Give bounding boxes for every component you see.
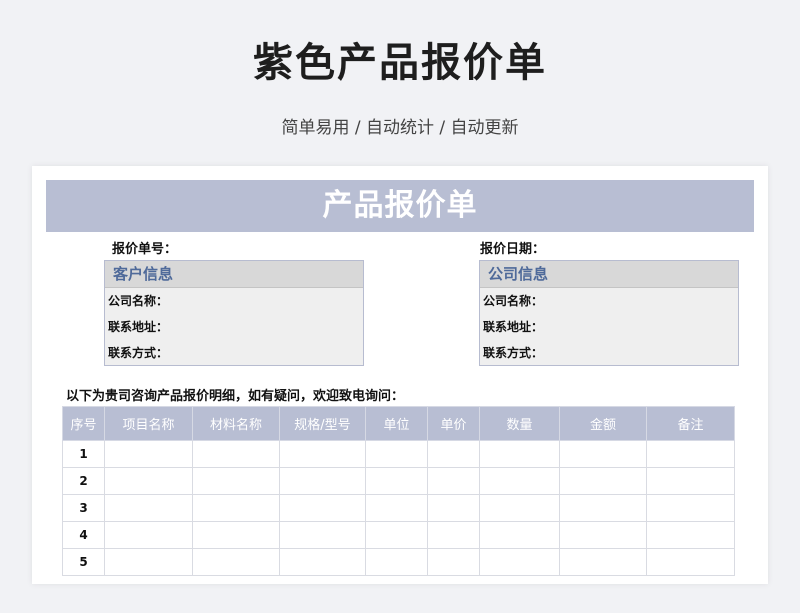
table-cell[interactable]: [279, 548, 366, 576]
table-cell[interactable]: [646, 467, 735, 495]
row-index: 4: [62, 521, 105, 549]
company-info-heading: 公司信息: [480, 261, 738, 288]
table-cell[interactable]: [192, 521, 280, 549]
table-cell[interactable]: [479, 440, 560, 468]
row-index: 1: [62, 440, 105, 468]
row-index: 3: [62, 494, 105, 522]
customer-company-name-field[interactable]: 公司名称：: [105, 288, 363, 314]
company-name-field[interactable]: 公司名称：: [480, 288, 738, 314]
table-cell[interactable]: [559, 440, 647, 468]
table-cell[interactable]: [559, 521, 647, 549]
table-row: 2: [62, 467, 735, 495]
table-cell[interactable]: [559, 467, 647, 495]
table-cell[interactable]: [104, 521, 193, 549]
table-cell[interactable]: [365, 467, 428, 495]
header-quantity: 数量: [479, 406, 560, 441]
sheet-banner: 产品报价单: [46, 180, 754, 232]
header-unit-price: 单价: [427, 406, 480, 441]
table-cell[interactable]: [279, 494, 366, 522]
table-cell[interactable]: [192, 494, 280, 522]
row-index: 5: [62, 548, 105, 576]
table-cell[interactable]: [646, 494, 735, 522]
table-cell[interactable]: [559, 494, 647, 522]
company-contact-field[interactable]: 联系方式：: [480, 340, 738, 366]
table-cell[interactable]: [646, 440, 735, 468]
table-cell[interactable]: [559, 548, 647, 576]
customer-address-field[interactable]: 联系地址：: [105, 314, 363, 340]
table-cell[interactable]: [479, 494, 560, 522]
quote-table: 序号 项目名称 材料名称 规格/型号 单位 单价 数量 金额 备注 1 2 3: [62, 406, 735, 576]
header-amount: 金额: [559, 406, 647, 441]
table-header-row: 序号 项目名称 材料名称 规格/型号 单位 单价 数量 金额 备注: [62, 406, 735, 441]
quote-sheet: 产品报价单 报价单号： 报价日期： 客户信息 公司名称： 联系地址： 联系方式：…: [32, 166, 768, 584]
table-intro-note: 以下为贵司咨询产品报价明细，如有疑问，欢迎致电询问：: [66, 389, 405, 404]
table-cell[interactable]: [646, 521, 735, 549]
table-row: 3: [62, 494, 735, 522]
header-material-name: 材料名称: [192, 406, 280, 441]
table-cell[interactable]: [192, 548, 280, 576]
quote-date-label: 报价日期：: [480, 242, 546, 257]
header-unit: 单位: [365, 406, 428, 441]
row-index: 2: [62, 467, 105, 495]
table-cell[interactable]: [104, 494, 193, 522]
header-remarks: 备注: [646, 406, 735, 441]
table-cell[interactable]: [427, 548, 480, 576]
company-info-box: 公司信息 公司名称： 联系地址： 联系方式：: [479, 260, 739, 366]
table-cell[interactable]: [479, 548, 560, 576]
page-title: 紫色产品报价单: [253, 40, 547, 86]
table-cell[interactable]: [427, 521, 480, 549]
table-cell[interactable]: [279, 521, 366, 549]
header-index: 序号: [62, 406, 105, 441]
table-cell[interactable]: [365, 521, 428, 549]
table-cell[interactable]: [365, 548, 428, 576]
table-cell[interactable]: [365, 494, 428, 522]
table-cell[interactable]: [479, 521, 560, 549]
table-cell[interactable]: [646, 548, 735, 576]
table-row: 5: [62, 548, 735, 576]
table-cell[interactable]: [104, 548, 193, 576]
table-cell[interactable]: [427, 494, 480, 522]
customer-info-box: 客户信息 公司名称： 联系地址： 联系方式：: [104, 260, 364, 366]
quote-number-label: 报价单号：: [112, 242, 178, 257]
company-address-field[interactable]: 联系地址：: [480, 314, 738, 340]
table-cell[interactable]: [279, 440, 366, 468]
header-spec-model: 规格/型号: [279, 406, 366, 441]
table-row: 4: [62, 521, 735, 549]
header-item-name: 项目名称: [104, 406, 193, 441]
customer-info-heading: 客户信息: [105, 261, 363, 288]
table-cell[interactable]: [104, 467, 193, 495]
table-cell[interactable]: [104, 440, 193, 468]
customer-contact-field[interactable]: 联系方式：: [105, 340, 363, 366]
table-cell[interactable]: [279, 467, 366, 495]
page-subtitle: 简单易用 / 自动统计 / 自动更新: [281, 118, 519, 138]
table-cell[interactable]: [479, 467, 560, 495]
table-row: 1: [62, 440, 735, 468]
table-cell[interactable]: [365, 440, 428, 468]
table-cell[interactable]: [192, 467, 280, 495]
table-cell[interactable]: [192, 440, 280, 468]
table-cell[interactable]: [427, 467, 480, 495]
table-cell[interactable]: [427, 440, 480, 468]
